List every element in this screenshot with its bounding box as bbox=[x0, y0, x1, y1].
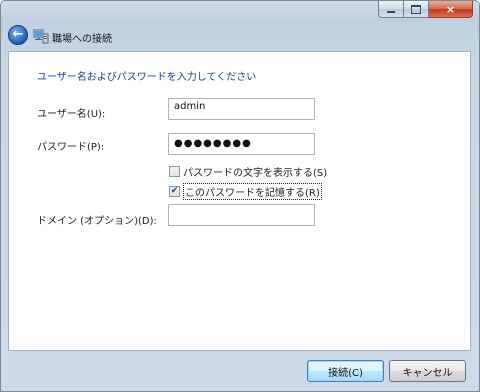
username-label: ユーザー名(U): bbox=[37, 109, 106, 120]
caption-buttons: × bbox=[378, 1, 473, 18]
maximize-icon bbox=[411, 4, 421, 14]
remember-password-checkbox-row[interactable]: ✔ このパスワードを記憶する(R) bbox=[169, 183, 322, 200]
show-password-checkbox-row[interactable]: パスワードの文字を表示する(S) bbox=[169, 164, 327, 179]
close-button[interactable]: × bbox=[429, 1, 473, 18]
minimize-icon bbox=[387, 10, 395, 13]
remember-password-checkbox[interactable]: ✔ bbox=[169, 186, 180, 197]
minimize-button[interactable] bbox=[378, 1, 404, 18]
domain-label: ドメイン (オプション)(D): bbox=[37, 216, 157, 227]
show-password-label: パスワードの文字を表示する(S) bbox=[183, 168, 328, 179]
checkmark-icon: ✔ bbox=[170, 186, 179, 196]
remember-password-label: このパスワードを記憶する(R) bbox=[183, 183, 322, 200]
network-connection-icon bbox=[33, 29, 49, 44]
username-field[interactable]: admin bbox=[168, 98, 315, 120]
navigation-bar: ← 職場への接続 bbox=[1, 21, 479, 51]
instruction-text: ユーザー名およびパスワードを入力してください bbox=[37, 72, 257, 83]
password-field[interactable]: ●●●●●●●● bbox=[168, 133, 315, 155]
content-panel: ユーザー名およびパスワードを入力してください ユーザー名(U): admin パ… bbox=[8, 51, 471, 351]
password-label: パスワード(P): bbox=[37, 142, 105, 153]
window-title: 職場への接続 bbox=[52, 34, 112, 45]
back-arrow-icon: ← bbox=[12, 27, 24, 42]
maximize-button[interactable] bbox=[404, 1, 429, 18]
show-password-checkbox[interactable] bbox=[169, 166, 180, 177]
back-button[interactable]: ← bbox=[8, 25, 28, 45]
cancel-button[interactable]: キャンセル bbox=[389, 360, 466, 382]
close-icon: × bbox=[445, 2, 456, 16]
domain-field[interactable] bbox=[168, 204, 315, 226]
connect-button[interactable]: 接続(C) bbox=[307, 360, 384, 382]
button-bar: 接続(C) キャンセル bbox=[1, 352, 479, 391]
dialog-window: × ← 職場への接続 ユーザー名およびパスワードを入力してください ユーザー名(… bbox=[0, 0, 480, 392]
